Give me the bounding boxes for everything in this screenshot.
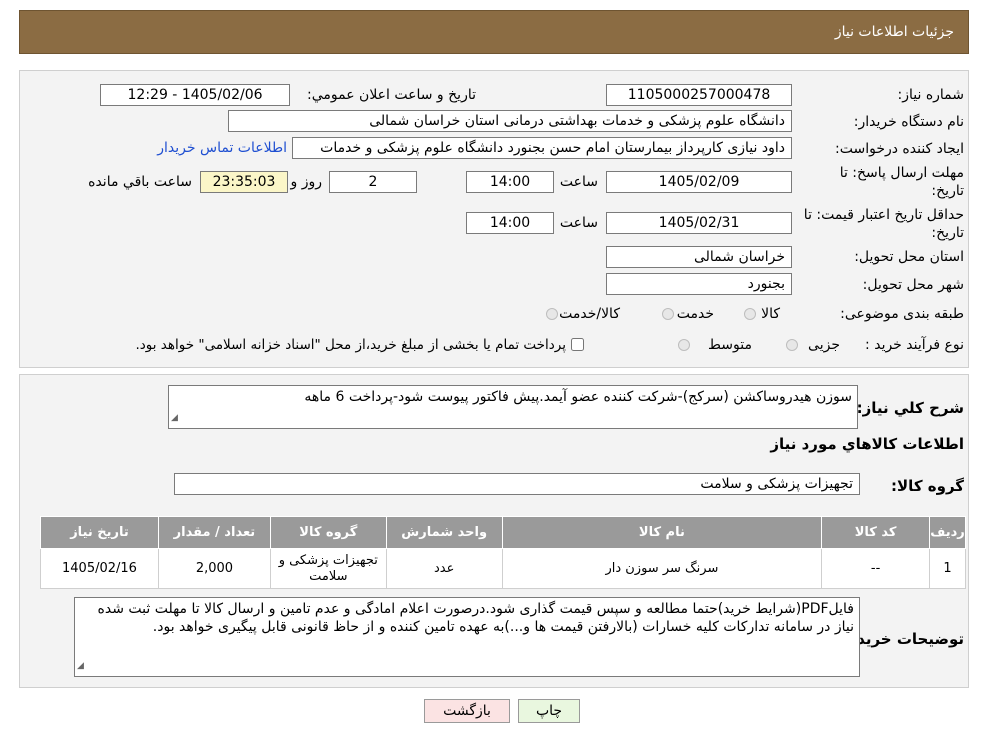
col-item-name: نام کالا <box>501 516 823 549</box>
resize-grip-icon[interactable]: ◢ <box>77 657 84 675</box>
goods-group-label: گروه کالا: <box>891 477 964 495</box>
cell-group: تجهیزات پزشکی و سلامت <box>269 548 387 589</box>
remaining-time-label: ساعت باقي مانده <box>88 174 192 190</box>
need-number-label: شماره نیاز: <box>897 87 965 103</box>
print-button[interactable]: چاپ <box>518 699 580 723</box>
creator-label: ایجاد کننده درخواست: <box>835 141 964 157</box>
description-label: شرح کلي نیاز: <box>856 399 964 417</box>
col-quantity: تعداد / مقدار <box>157 516 271 549</box>
validity-time-label: ساعت <box>559 215 598 231</box>
deadline-label-date: تاریخ: <box>931 183 964 199</box>
city-label: شهر محل تحویل: <box>862 277 964 293</box>
page-header: جزئیات اطلاعات نیاز <box>19 10 969 54</box>
need-details-panel: شماره نیاز: 1105000257000478 تاریخ و ساع… <box>19 70 969 368</box>
category-service-radio[interactable] <box>662 308 674 320</box>
cell-item-code: -- <box>821 548 931 589</box>
goods-group-field: تجهیزات پزشکی و سلامت <box>174 473 860 495</box>
category-label: طبقه بندی موضوعی: <box>840 306 964 322</box>
announce-label: تاریخ و ساعت اعلان عمومي: <box>307 87 476 103</box>
col-need-date: تاریخ نیاز <box>40 516 159 549</box>
days-label: روز و <box>290 174 323 190</box>
goods-table: ردیف کد کالا نام کالا واحد شمارش گروه کا… <box>40 516 966 589</box>
col-row-number: ردیف <box>929 516 966 549</box>
deadline-time-label: ساعت <box>559 174 598 190</box>
category-goods-service-radio[interactable] <box>546 308 558 320</box>
remaining-time-field: 23:35:03 <box>200 171 288 193</box>
validity-label-date: تاریخ: <box>931 225 964 241</box>
process-label: نوع فرآیند خرید : <box>865 337 964 353</box>
goods-section-title: اطلاعات کالاهاي مورد نیاز <box>770 435 964 453</box>
need-number-field: 1105000257000478 <box>606 84 792 106</box>
process-note: پرداخت تمام یا بخشی از مبلغ خرید،از محل … <box>135 337 566 353</box>
process-medium-label: متوسط <box>708 337 752 353</box>
buyer-contact-link[interactable]: اطلاعات تماس خریدار <box>157 140 287 156</box>
deadline-date-field: 1405/02/09 <box>606 171 792 193</box>
category-goods-label: کالا <box>761 306 780 322</box>
description-textarea: سوزن هیدروساکشن (سرکج)-شرکت کننده عضو آی… <box>168 385 858 429</box>
cell-item-name: سرنگ سر سوزن دار <box>501 548 823 589</box>
col-item-code: کد کالا <box>821 516 931 549</box>
col-unit: واحد شمارش <box>385 516 503 549</box>
category-goods-service-label: کالا/خدمت <box>559 306 620 322</box>
cell-unit: عدد <box>385 548 503 589</box>
description-text: سوزن هیدروساکشن (سرکج)-شرکت کننده عضو آی… <box>304 389 852 405</box>
buyer-org-field: دانشگاه علوم پزشکی و خدمات بهداشتی درمان… <box>228 110 792 132</box>
process-minor-label: جزیی <box>808 337 840 353</box>
back-button[interactable]: بازگشت <box>424 699 510 723</box>
process-medium-radio[interactable] <box>678 339 690 351</box>
category-goods-radio[interactable] <box>744 308 756 320</box>
cell-quantity: 2,000 <box>157 548 271 589</box>
col-group: گروه کالا <box>269 516 387 549</box>
province-field: خراسان شمالی <box>606 246 792 268</box>
days-field: 2 <box>329 171 417 193</box>
validity-time-field: 14:00 <box>466 212 554 234</box>
page-title: جزئیات اطلاعات نیاز <box>834 24 954 40</box>
creator-field: داود نیازی کارپرداز بیمارستان امام حسن ب… <box>292 137 792 159</box>
goods-table-header: ردیف کد کالا نام کالا واحد شمارش گروه کا… <box>40 516 966 549</box>
deadline-time-field: 14:00 <box>466 171 554 193</box>
buyer-notes-textarea: فایلPDF(شرایط خرید)حتما مطالعه و سپس قیم… <box>74 597 860 677</box>
announce-datetime-field: 1405/02/06 - 12:29 <box>100 84 290 106</box>
validity-label: حداقل تاریخ اعتبار قیمت: تا <box>803 207 964 223</box>
process-minor-radio[interactable] <box>786 339 798 351</box>
treasury-payment-checkbox[interactable] <box>571 338 584 351</box>
validity-date-field: 1405/02/31 <box>606 212 792 234</box>
table-row: 1 -- سرنگ سر سوزن دار عدد تجهیزات پزشکی … <box>40 548 966 589</box>
province-label: استان محل تحویل: <box>854 249 964 265</box>
category-service-label: خدمت <box>676 306 714 322</box>
city-field: بجنورد <box>606 273 792 295</box>
need-description-panel: شرح کلي نیاز: سوزن هیدروساکشن (سرکج)-شرک… <box>19 374 969 688</box>
resize-grip-icon[interactable]: ◢ <box>171 409 178 427</box>
cell-row-number: 1 <box>929 548 966 589</box>
buyer-org-label: نام دستگاه خریدار: <box>853 114 964 130</box>
deadline-label: مهلت ارسال پاسخ: تا <box>839 165 964 181</box>
cell-need-date: 1405/02/16 <box>40 548 159 589</box>
buyer-notes-text: فایلPDF(شرایط خرید)حتما مطالعه و سپس قیم… <box>97 601 854 635</box>
